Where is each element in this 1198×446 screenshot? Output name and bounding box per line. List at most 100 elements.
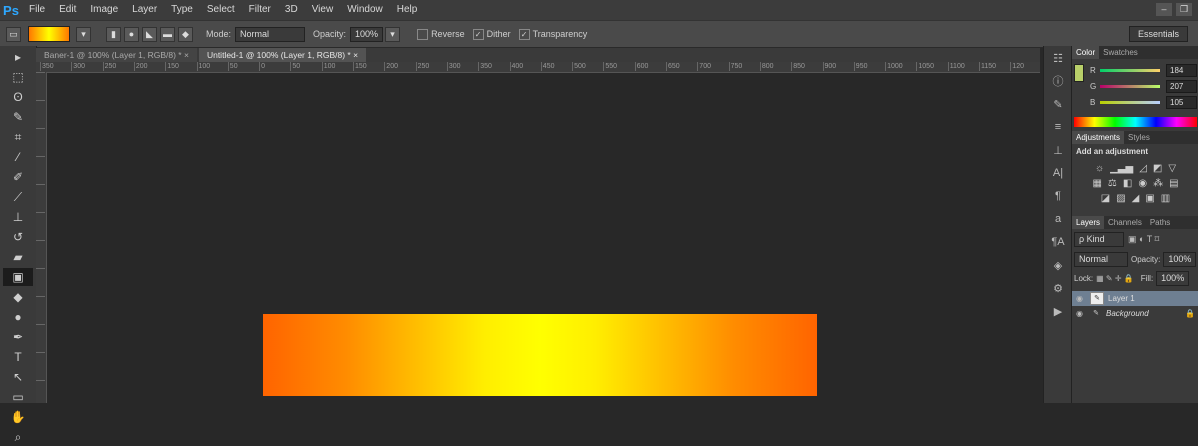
tab-untitled-1[interactable]: Untitled-1 @ 100% (Layer 1, RGB/8) * × <box>198 48 367 62</box>
menu-layer[interactable]: Layer <box>125 0 164 20</box>
brush-presets-icon[interactable]: ✎ <box>1045 93 1071 115</box>
menu-view[interactable]: View <box>305 0 341 20</box>
minimize-button[interactable]: – <box>1156 3 1172 16</box>
blend-mode-select[interactable]: Normal <box>1074 252 1128 267</box>
opacity-field[interactable]: 100% <box>350 26 384 42</box>
reverse-checkbox[interactable] <box>417 28 429 40</box>
pen-tool-icon[interactable]: ✒ <box>3 328 33 346</box>
tab-color[interactable]: Color <box>1072 46 1100 59</box>
path-selection-tool-icon[interactable]: ↖ <box>3 368 33 386</box>
posterize-icon[interactable]: ▨ <box>1116 193 1125 204</box>
close-icon[interactable]: × <box>184 50 189 60</box>
gradient-preview[interactable] <box>28 26 70 42</box>
tab-paths[interactable]: Paths <box>1146 216 1174 229</box>
clone-stamp-tool-icon[interactable]: ⊥ <box>3 208 33 226</box>
shape-tool-icon[interactable]: ▭ <box>3 388 33 406</box>
eyedropper-tool-icon[interactable]: ⁄ <box>3 148 33 166</box>
menu-filter[interactable]: Filter <box>242 0 278 20</box>
brush-settings-icon[interactable]: ≡ <box>1045 116 1071 138</box>
menu-window[interactable]: Window <box>340 0 390 20</box>
type-tool-icon[interactable]: T <box>3 348 33 366</box>
opacity-dropdown-icon[interactable]: ▾ <box>385 26 401 42</box>
layer-row-layer-1[interactable]: ◉ ✎ Layer 1 <box>1072 291 1198 306</box>
history-brush-tool-icon[interactable]: ↺ <box>3 228 33 246</box>
paragraph-icon[interactable]: ¶ <box>1045 185 1071 207</box>
mode-select[interactable]: Normal <box>235 26 306 42</box>
character-styles-icon[interactable]: a <box>1045 208 1071 230</box>
gradient-dropdown[interactable]: ▾ <box>76 26 94 42</box>
move-tool-icon[interactable]: ▸ <box>3 48 33 66</box>
reflected-gradient-button[interactable]: ▬ <box>160 26 175 42</box>
character-icon[interactable]: A| <box>1045 162 1071 184</box>
tab-layers[interactable]: Layers <box>1072 216 1105 229</box>
blue-value[interactable]: 105 <box>1166 95 1197 109</box>
menu-image[interactable]: Image <box>83 0 125 20</box>
brightness-icon[interactable]: ☼ <box>1095 163 1104 174</box>
gradient-tool-icon[interactable]: ▣ <box>3 268 33 286</box>
levels-icon[interactable]: ▁▃▅ <box>1110 163 1133 174</box>
workspace-switcher[interactable]: Essentials <box>1128 26 1188 42</box>
quick-select-tool-icon[interactable]: ✎ <box>3 108 33 126</box>
blue-slider[interactable] <box>1100 100 1160 104</box>
diamond-gradient-button[interactable]: ◆ <box>178 26 193 42</box>
healing-brush-tool-icon[interactable]: ✐ <box>3 168 33 186</box>
color-lookup-icon[interactable]: ▤ <box>1169 178 1178 189</box>
paragraph-styles-icon[interactable]: ¶A <box>1045 231 1071 253</box>
red-slider[interactable] <box>1100 68 1160 72</box>
info-icon[interactable]: ⓘ <box>1045 70 1071 92</box>
layer-row-background[interactable]: ◉ ✎ Background 🔒 <box>1072 306 1198 321</box>
green-value[interactable]: 207 <box>1166 79 1197 93</box>
menu-file[interactable]: File <box>22 0 52 20</box>
tab-channels[interactable]: Channels <box>1104 216 1146 229</box>
zoom-tool-icon[interactable]: ⌕ <box>3 428 33 446</box>
black-white-icon[interactable]: ◧ <box>1123 178 1132 189</box>
fill-field[interactable]: 100% <box>1156 271 1190 286</box>
menu-help[interactable]: Help <box>390 0 425 20</box>
invert-icon[interactable]: ◪ <box>1101 193 1110 204</box>
radial-gradient-button[interactable]: ● <box>124 26 139 42</box>
close-icon[interactable]: × <box>353 50 358 60</box>
menu-3d[interactable]: 3D <box>278 0 305 20</box>
crop-tool-icon[interactable]: ⌗ <box>3 128 33 146</box>
lasso-tool-icon[interactable]: ʘ <box>3 88 33 106</box>
green-slider[interactable] <box>1100 84 1160 88</box>
exposure-icon[interactable]: ◩ <box>1153 163 1162 174</box>
lock-icons[interactable]: ▦ ✎ ✛ 🔒 <box>1096 274 1134 283</box>
vibrance-icon[interactable]: ▽ <box>1168 163 1176 174</box>
layer-opacity-field[interactable]: 100% <box>1163 252 1197 267</box>
curves-icon[interactable]: ◿ <box>1139 163 1147 174</box>
linear-gradient-button[interactable]: ▮ <box>106 26 121 42</box>
filter-icons[interactable]: ▣ ◐ T ⌑ <box>1128 234 1159 245</box>
photo-filter-icon[interactable]: ◉ <box>1138 178 1147 189</box>
document-canvas[interactable] <box>263 314 817 396</box>
restore-button[interactable]: ❐ <box>1176 3 1192 16</box>
blur-tool-icon[interactable]: ◆ <box>3 288 33 306</box>
color-balance-icon[interactable]: ⚖ <box>1108 178 1117 189</box>
eye-icon[interactable]: ◉ <box>1076 309 1086 318</box>
menu-type[interactable]: Type <box>164 0 200 20</box>
menu-select[interactable]: Select <box>200 0 242 20</box>
gradient-map-icon[interactable]: ▥ <box>1161 193 1170 204</box>
threshold-icon[interactable]: ◢ <box>1132 193 1140 204</box>
selective-color-icon[interactable]: ▣ <box>1145 193 1154 204</box>
dodge-tool-icon[interactable]: ● <box>3 308 33 326</box>
tab-swatches[interactable]: Swatches <box>1099 46 1142 59</box>
tab-baner-1[interactable]: Baner-1 @ 100% (Layer 1, RGB/8) * × <box>36 48 197 62</box>
color-spectrum-bar[interactable] <box>1074 117 1197 127</box>
clone-source-icon[interactable]: ⊥ <box>1045 139 1071 161</box>
3d-icon[interactable]: ◈ <box>1045 254 1071 276</box>
angle-gradient-button[interactable]: ◣ <box>142 26 157 42</box>
layer-kind-filter[interactable]: ρ Kind <box>1074 232 1124 247</box>
brush-tool-icon[interactable]: ⟋ <box>3 188 33 206</box>
tab-adjustments[interactable]: Adjustments <box>1072 131 1125 144</box>
timeline-icon[interactable]: ▶ <box>1045 300 1071 322</box>
eraser-tool-icon[interactable]: ▰ <box>3 248 33 266</box>
eye-icon[interactable]: ◉ <box>1076 294 1086 303</box>
foreground-color-swatch[interactable] <box>1074 64 1084 82</box>
dither-checkbox[interactable]: ✓ <box>472 28 484 40</box>
tab-styles[interactable]: Styles <box>1124 131 1154 144</box>
hand-tool-icon[interactable]: ✋ <box>3 408 33 426</box>
red-value[interactable]: 184 <box>1166 63 1197 77</box>
marquee-tool-icon[interactable]: ⬚ <box>3 68 33 86</box>
tool-preset-picker[interactable]: ▭ <box>6 26 24 42</box>
